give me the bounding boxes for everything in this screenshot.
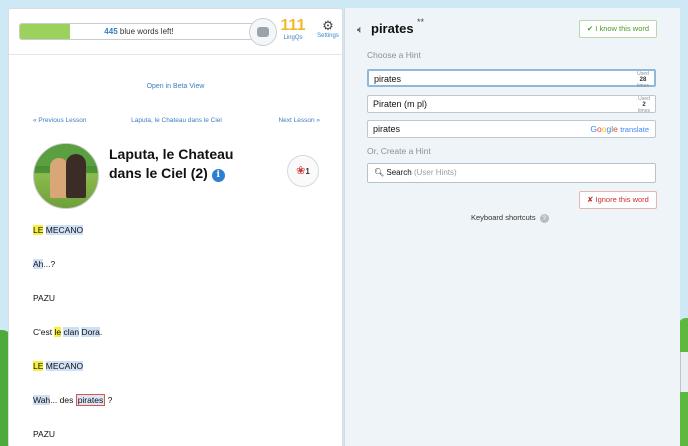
- lesson-text-fragment: .: [99, 327, 103, 337]
- selected-word[interactable]: pirates: [75, 394, 106, 406]
- keyboard-shortcuts[interactable]: Keyboard shortcuts?: [471, 213, 549, 223]
- settings-button[interactable]: ⚙ Settings: [315, 18, 341, 40]
- lesson-text-fragment: ?: [105, 395, 113, 405]
- coin-icon-inner: [257, 27, 269, 37]
- lesson-text-fragment: ... des: [50, 395, 76, 405]
- lesson-word[interactable]: clan: [63, 327, 80, 337]
- selected-term: pirates: [371, 21, 414, 36]
- reader-topbar: 445 blue words left! 111 LingQs ⚙ Settin…: [9, 9, 342, 55]
- hint-panel: 🔈︎ pirates ** ✔ I know this word Choose …: [344, 8, 680, 446]
- lesson-line: Wah... des pirates ?: [33, 394, 113, 406]
- hint-used-suffix: times: [637, 83, 649, 89]
- lesson-image: [33, 143, 99, 209]
- lesson-line: PAZU: [33, 429, 55, 439]
- ignore-this-word-button[interactable]: ✘ Ignore this word: [579, 191, 657, 209]
- lesson-word[interactable]: Ah: [33, 259, 44, 269]
- lesson-line: LE MECANO: [33, 225, 84, 235]
- i-know-this-word-button[interactable]: ✔ I know this word: [579, 20, 657, 38]
- gear-icon: ⚙: [322, 18, 334, 33]
- lesson-line: C'est le clan Dora.: [33, 327, 102, 337]
- lesson-title: Laputa, le Chateau dans le Ciel (2) i: [109, 145, 259, 183]
- help-icon: ?: [539, 214, 549, 223]
- current-lesson-link[interactable]: Laputa, le Chateau dans le Ciel: [33, 117, 320, 124]
- progress-text: 445 blue words left!: [20, 27, 258, 36]
- lingqs-counter[interactable]: 111 LingQs: [279, 17, 307, 41]
- reader-panel: 445 blue words left! 111 LingQs ⚙ Settin…: [8, 8, 343, 446]
- lesson-image-figure-2: [66, 154, 86, 198]
- lesson-text-fragment: ...?: [43, 259, 56, 269]
- blue-words-count: 445: [104, 27, 118, 36]
- coin-icon[interactable]: [249, 18, 277, 46]
- lesson-word[interactable]: LE: [33, 225, 44, 235]
- info-icon[interactable]: i: [211, 169, 225, 182]
- blue-words-suffix: blue words left!: [119, 27, 174, 36]
- rose-icon: ❀: [296, 165, 306, 177]
- rose-count: 1: [305, 167, 310, 176]
- choose-hint-label: Choose a Hint: [367, 50, 421, 60]
- search-placeholder: (User Hints): [413, 168, 457, 177]
- search-icon: 🔍︎: [374, 168, 385, 177]
- lesson-word[interactable]: Wah: [33, 395, 51, 405]
- search-label: Search: [386, 168, 412, 177]
- lesson-line: Ah...?: [33, 259, 55, 269]
- rose-button[interactable]: ❀1: [287, 155, 319, 187]
- lingqs-count: 111: [280, 17, 306, 34]
- speaker-icon[interactable]: 🔈︎: [357, 24, 364, 37]
- hint-option-2[interactable]: Piraten (m pl) Used 2 times: [367, 95, 656, 114]
- lesson-line: LE MECANO: [33, 361, 84, 371]
- lesson-text-fragment: PAZU: [33, 293, 56, 303]
- lesson-text-fragment: PAZU: [33, 429, 56, 439]
- hint-option-text: Piraten (m pl): [373, 99, 428, 109]
- hint-used-count: Used 28 times: [637, 71, 649, 89]
- lesson-word[interactable]: LE: [33, 361, 44, 371]
- google-translate-hint[interactable]: pirates Google translate: [367, 120, 656, 138]
- hint-used-count: Used 2 times: [638, 96, 650, 114]
- hint-option-text: pirates: [374, 74, 402, 84]
- lesson-word[interactable]: MECANO: [45, 225, 84, 235]
- google-translate-logo: Google translate: [590, 124, 649, 134]
- next-lesson-link[interactable]: Next Lesson »: [278, 117, 320, 124]
- settings-label: Settings: [317, 33, 339, 39]
- background-house: [680, 352, 688, 392]
- lingqs-label: LingQs: [283, 35, 303, 41]
- lesson-word[interactable]: Dora: [81, 327, 100, 337]
- search-user-hints-input[interactable]: 🔍︎ Search (User Hints): [367, 163, 656, 183]
- lesson-line: PAZU: [33, 293, 55, 303]
- lesson-word[interactable]: MECANO: [45, 361, 84, 371]
- lesson-text-fragment: C'est: [33, 327, 55, 337]
- google-hint-text: pirates: [373, 124, 401, 134]
- google-translate-label: translate: [620, 125, 649, 134]
- open-beta-view-link[interactable]: Open in Beta View: [9, 83, 342, 90]
- create-hint-label: Or, Create a Hint: [367, 146, 431, 156]
- hint-option-1[interactable]: pirates Used 28 times: [367, 69, 656, 89]
- term-status-stars[interactable]: **: [417, 17, 424, 27]
- hint-used-suffix: times: [638, 108, 650, 114]
- keyboard-shortcuts-label: Keyboard shortcuts: [471, 213, 536, 222]
- blue-words-progress: 445 blue words left!: [19, 23, 259, 40]
